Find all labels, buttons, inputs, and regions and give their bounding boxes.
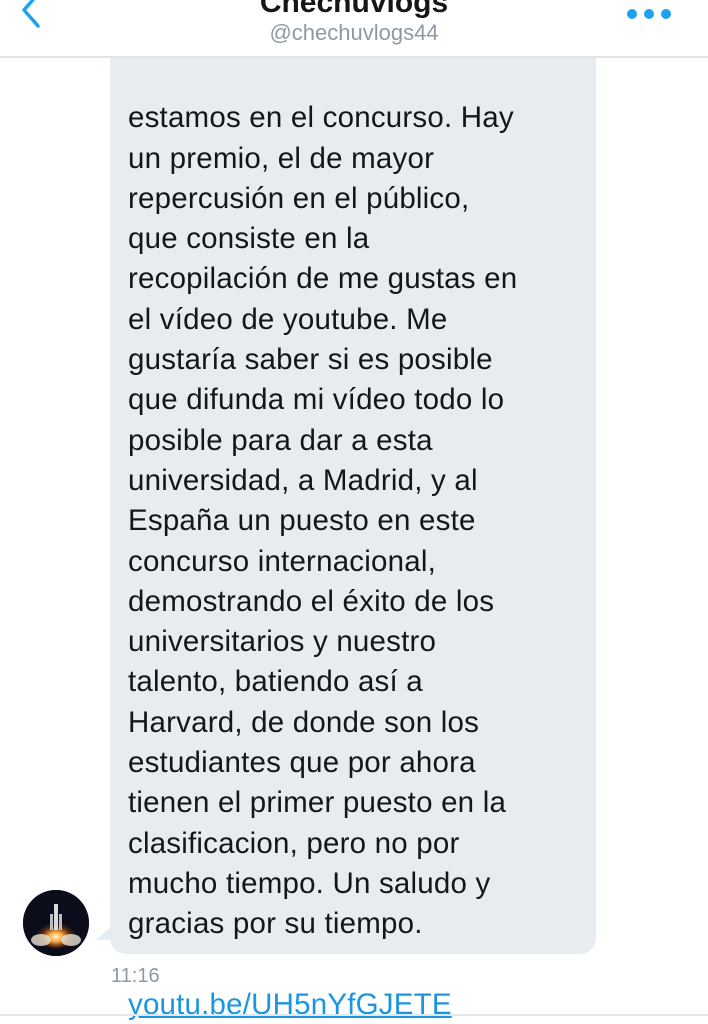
message-line: estamos en el concurso. Hay — [128, 101, 514, 135]
message-bubble-tail — [96, 924, 114, 940]
message-line: repercusión en el público, — [128, 181, 470, 215]
conversation-handle: @chechuvlogs44 — [269, 20, 439, 45]
message-line: España un puesto en este — [128, 504, 476, 538]
message-line: clasificacion, pero no por — [128, 826, 460, 860]
message-line: gustaría saber si es posible — [128, 343, 493, 377]
message-line: que consiste en la — [128, 222, 370, 256]
message-line: posible para dar a esta — [128, 423, 433, 457]
more-dots-icon — [627, 9, 671, 19]
message-line: estudiantes que por ahora — [128, 746, 476, 780]
dm-conversation-screen: estamos en el concurso. Hay un premio, el… — [0, 0, 708, 1024]
message-line: demostrando el éxito de los — [128, 584, 495, 618]
message-line: universitarios y nuestro — [128, 625, 437, 659]
message-line: mucho tiempo. Un saludo y — [128, 866, 491, 900]
message-line: un premio, el de mayor — [128, 141, 435, 175]
message-line: concurso internacional, — [128, 544, 436, 578]
divider — [0, 1014, 708, 1016]
message-line: recopilación de me gustas en — [128, 262, 518, 296]
conversation-title: Chechuvlogs — [259, 0, 449, 19]
message-line: universidad, a Madrid, y al — [128, 463, 478, 497]
message-text: estamos en el concurso. Hay un premio, el… — [128, 58, 583, 1024]
message-line: gracias por su tiempo. — [128, 907, 423, 941]
message-line: el vídeo de youtube. Me — [128, 302, 448, 336]
avatar-image — [23, 890, 89, 956]
message-timestamp: 11:16 — [111, 965, 160, 987]
conversation-header: Chechuvlogs @chechuvlogs44 — [0, 0, 708, 58]
message-line: tienen el primer puesto en la — [128, 786, 507, 820]
message-lines: estamos en el concurso. Hay un premio, el… — [128, 98, 583, 944]
message-line: Harvard, de donde son los — [128, 705, 480, 739]
message-line: talento, batiendo así a — [128, 665, 423, 699]
message-link[interactable]: youtu.be/UH5nYfGJETE — [128, 985, 452, 1024]
message-line: que difunda mi vídeo todo lo — [128, 383, 505, 417]
more-button[interactable] — [624, 2, 674, 26]
avatar[interactable] — [23, 890, 89, 956]
